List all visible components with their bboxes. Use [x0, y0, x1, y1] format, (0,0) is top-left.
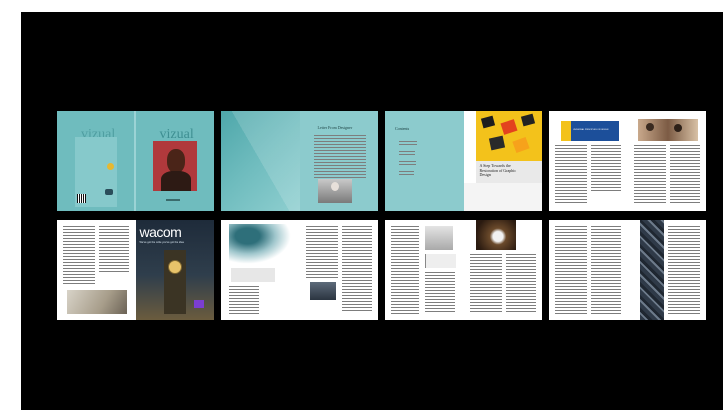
letter-body-text: [313, 135, 366, 179]
feather-illustration: [229, 224, 291, 264]
letter-right-page: Letter From Designer: [299, 111, 378, 211]
spread-7[interactable]: [385, 220, 542, 320]
feature-right-page: [627, 111, 706, 211]
text-col-8a1: [555, 226, 587, 314]
keycap-3: [520, 113, 535, 127]
text-page-8a: [549, 220, 628, 320]
spread-6[interactable]: [221, 220, 378, 320]
text-col-7b2: [505, 254, 536, 314]
spread-8[interactable]: [549, 220, 706, 320]
text-col-a: [305, 226, 338, 280]
text-col-7b1: [469, 254, 502, 314]
spread-4[interactable]: UNIVERSAL PRINCIPLES OF DESIGN: [549, 111, 706, 211]
text-page-8b: [627, 220, 706, 320]
keycap-2: [499, 119, 518, 135]
type-blocks-photo: [639, 220, 664, 320]
clock-tower-image: [163, 250, 186, 314]
feature-text-col-3: [633, 145, 666, 205]
award-badge-icon: [107, 163, 114, 170]
spread-1[interactable]: vizual vizual: [57, 111, 214, 211]
text-col-8a2: [591, 226, 621, 314]
text-col-b: [341, 226, 372, 312]
article-intro-band: [463, 183, 542, 211]
contents-title: Contents: [395, 126, 410, 131]
qr-code-icon: [77, 194, 86, 203]
portrait-small-photo: [425, 226, 453, 250]
text-col-7a2: [425, 272, 455, 314]
cover-portrait-image: [152, 141, 197, 191]
viewer-stage: vizual vizual Letter From Designer Conte…: [21, 12, 723, 410]
feature-text-col-4: [669, 145, 700, 205]
article-opener-page: A Step Towards the Restoration of Graphi…: [463, 111, 542, 211]
text-col-7a1: [391, 226, 419, 314]
illustration-page: [221, 220, 300, 320]
contents-entry-3: [399, 161, 416, 166]
pull-quote-box: [231, 268, 275, 282]
desk-photo: [475, 220, 516, 250]
student-1: [645, 123, 654, 131]
student-2: [673, 124, 682, 132]
keycap-1: [480, 115, 495, 129]
keycap-5: [511, 136, 530, 154]
cover-front-page: vizual: [135, 111, 214, 211]
book-yellow-corner: [561, 121, 571, 141]
article-text-page: [57, 220, 136, 320]
spread-2[interactable]: Letter From Designer: [221, 111, 378, 211]
letter-heading: Letter From Designer: [317, 125, 353, 130]
feature-text-col-1: [555, 145, 587, 205]
designer-head: [330, 182, 339, 191]
portrait-shoulder: [160, 171, 191, 191]
contents-page: Contents: [385, 111, 464, 211]
book-cover-title: UNIVERSAL PRINCIPLES OF DESIGN: [573, 129, 609, 131]
designer-photo: [317, 179, 352, 203]
students-photo: [637, 119, 698, 141]
clock-face-icon: [167, 260, 182, 274]
article-text-col-2: [99, 226, 129, 272]
feature-text-col-2: [591, 145, 621, 191]
keycap-4: [488, 135, 505, 151]
contents-entry-1: [399, 141, 417, 146]
cover-back-page: vizual: [57, 111, 136, 211]
illustration-text-page: [299, 220, 378, 320]
portrait-face: [166, 149, 185, 173]
wacom-logo: wacom: [139, 224, 182, 240]
wacom-pen-icon: [193, 300, 204, 308]
article-title: A Step Towards the Restoration of Graphi…: [479, 163, 517, 177]
text-page-7a: [385, 220, 464, 320]
illustration-text: [229, 286, 259, 316]
letter-left-page: [221, 111, 300, 211]
contents-entry-2: [399, 151, 415, 156]
book-cover-image: UNIVERSAL PRINCIPLES OF DESIGN: [561, 121, 619, 141]
wacom-tagline: We've got the write you've got the idea: [139, 241, 184, 244]
spread-3[interactable]: Contents A Step Towards the Restoration …: [385, 111, 542, 211]
text-page-7b: [463, 220, 542, 320]
wacom-ad-page: wacom We've got the write you've got the…: [135, 220, 214, 320]
quote-box: [425, 254, 456, 268]
article-text-col-1: [63, 226, 95, 286]
cover-caption: [165, 199, 180, 201]
contents-entry-4: [399, 171, 414, 176]
text-col-8b1: [667, 226, 700, 314]
hand-drawing-photo: [67, 290, 127, 314]
laptop-photo: [309, 282, 336, 300]
feature-left-page: UNIVERSAL PRINCIPLES OF DESIGN: [549, 111, 628, 211]
diagonal-shape: [221, 111, 300, 211]
publisher-logo-icon: [105, 189, 113, 195]
spread-5[interactable]: wacom We've got the write you've got the…: [57, 220, 214, 320]
keyboard-photo: [475, 111, 542, 161]
